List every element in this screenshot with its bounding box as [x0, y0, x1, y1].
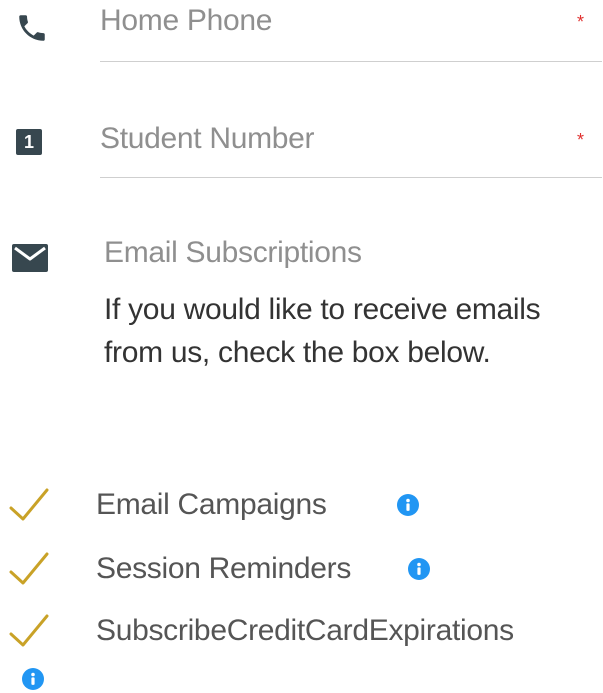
subscription-option-email-campaigns[interactable]: Email Campaigns — [0, 486, 603, 526]
checkmark-icon[interactable] — [8, 550, 50, 590]
student-number-field[interactable]: Student Number * — [100, 110, 602, 178]
student-number-placeholder: Student Number — [100, 122, 315, 155]
home-phone-field[interactable]: Home Phone * — [100, 0, 602, 62]
checkmark-icon[interactable] — [8, 486, 50, 526]
number-one-icon-text: 1 — [23, 131, 34, 152]
subscription-option-label[interactable]: Session Reminders — [96, 552, 351, 586]
subscription-option-label[interactable]: Email Campaigns — [96, 488, 327, 522]
email-subscriptions-title: Email Subscriptions — [104, 236, 362, 269]
checkmark-icon[interactable] — [8, 612, 50, 652]
info-icon[interactable] — [397, 494, 419, 516]
phone-icon — [12, 8, 52, 48]
subscription-option-label[interactable]: SubscribeCreditCardExpirations — [96, 614, 514, 648]
home-phone-required-mark: * — [576, 12, 584, 32]
home-phone-placeholder: Home Phone — [100, 4, 273, 37]
info-icon[interactable] — [408, 558, 430, 580]
email-subscriptions-description: If you would like to receive emails from… — [104, 293, 541, 369]
subscription-option-session-reminders[interactable]: Session Reminders — [0, 550, 603, 590]
subscription-option-credit-card-expirations[interactable]: SubscribeCreditCardExpirations — [0, 612, 603, 652]
student-number-required-mark: * — [576, 130, 584, 150]
info-icon[interactable] — [22, 668, 44, 690]
number-one-icon: 1 — [14, 127, 44, 157]
envelope-icon — [10, 240, 50, 276]
